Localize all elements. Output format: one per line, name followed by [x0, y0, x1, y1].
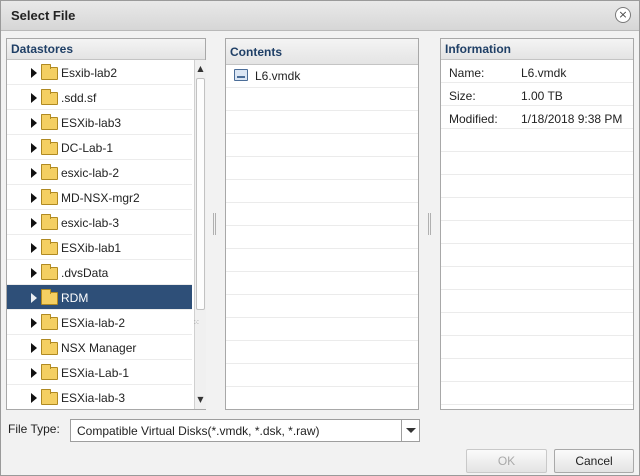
folder-icon [41, 239, 58, 255]
tree-item[interactable]: ESXia-lab-2 [7, 310, 192, 335]
expand-arrow-icon[interactable] [31, 368, 37, 378]
select-file-dialog: Select File × Datastores Esxib-lab2 .sdd.… [0, 0, 640, 476]
folder-icon [41, 64, 58, 80]
scroll-thumb[interactable] [196, 78, 205, 310]
file-type-label: File Type: [8, 422, 60, 436]
info-key: Size: [449, 89, 476, 103]
tree-item[interactable]: .sdd.sf [7, 85, 192, 110]
dialog-title: Select File [11, 8, 76, 23]
tree-item-label: RDM [61, 291, 89, 305]
tree-item-label: MD-NSX-mgr2 [61, 191, 140, 205]
datastores-scrollbar[interactable]: ▲ ▼ [194, 60, 206, 409]
tree-item[interactable]: Esxib-lab2 [7, 60, 192, 85]
expand-arrow-icon[interactable] [31, 293, 37, 303]
info-row-name: Name: L6.vmdk [441, 60, 633, 83]
info-value: 1.00 TB [521, 89, 563, 103]
tree-item-label: ESXia-lab-3 [61, 391, 126, 405]
folder-icon [41, 214, 58, 230]
expand-arrow-icon[interactable] [31, 268, 37, 278]
info-key: Modified: [449, 112, 498, 126]
splitter-handle[interactable] [213, 213, 216, 235]
folder-icon [41, 314, 58, 330]
tree-item[interactable]: ESXib-lab1 [7, 235, 192, 260]
tree-item[interactable]: NSX Manager [7, 335, 192, 360]
tree-item-label: NSX Manager [61, 341, 137, 355]
expand-arrow-icon[interactable] [31, 193, 37, 203]
datastores-panel: Datastores Esxib-lab2 .sdd.sf ESXib-lab3 DC… [6, 38, 206, 410]
info-key: Name: [449, 66, 485, 80]
tree-item[interactable]: ESXia-Lab-1 [7, 360, 192, 385]
expand-arrow-icon[interactable] [31, 93, 37, 103]
expand-arrow-icon[interactable] [31, 243, 37, 253]
folder-icon [41, 339, 58, 355]
tree-item-label: ESXib-lab1 [61, 241, 122, 255]
resize-grip-icon[interactable]: ⁙ [193, 319, 201, 327]
tree-item-label: ESXia-lab-2 [61, 316, 126, 330]
splitter-handle[interactable] [428, 213, 431, 235]
tree-item-label: Esxib-lab2 [61, 66, 118, 80]
scroll-down-icon[interactable]: ▼ [195, 393, 206, 407]
folder-icon [41, 89, 58, 105]
contents-panel: Contents L6.vmdk [225, 38, 419, 410]
expand-arrow-icon[interactable] [31, 318, 37, 328]
close-icon[interactable]: × [615, 7, 631, 23]
tree-item[interactable]: ESXib-lab3 [7, 110, 192, 135]
tree-item[interactable]: MD-NSX-mgr2 [7, 185, 192, 210]
expand-arrow-icon[interactable] [31, 343, 37, 353]
datastores-header: Datastores [7, 39, 205, 60]
info-row-modified: Modified: 1/18/2018 9:38 PM [441, 106, 633, 129]
info-value: L6.vmdk [521, 66, 567, 80]
tree-item-label: DC-Lab-1 [61, 141, 114, 155]
tree-item-label: esxic-lab-2 [61, 166, 120, 180]
expand-arrow-icon[interactable] [31, 393, 37, 403]
file-type-value: Compatible Virtual Disks(*.vmdk, *.dsk, … [77, 424, 320, 438]
folder-icon [41, 264, 58, 280]
information-panel: Information Name: L6.vmdk Size: 1.00 TB … [440, 38, 634, 410]
tree-item-label: .dvsData [61, 266, 109, 280]
folder-icon [41, 164, 58, 180]
ok-button[interactable]: OK [466, 449, 547, 473]
info-row-size: Size: 1.00 TB [441, 83, 633, 106]
expand-arrow-icon[interactable] [31, 68, 37, 78]
information-list: Name: L6.vmdk Size: 1.00 TB Modified: 1/… [441, 60, 633, 409]
folder-icon [41, 189, 58, 205]
datastores-tree: Esxib-lab2 .sdd.sf ESXib-lab3 DC-Lab-1 esxic… [7, 60, 192, 409]
scroll-up-icon[interactable]: ▲ [195, 62, 206, 76]
tree-item-label: esxic-lab-3 [61, 216, 120, 230]
expand-arrow-icon[interactable] [31, 118, 37, 128]
folder-icon [41, 114, 58, 130]
tree-item[interactable]: .dvsData [7, 260, 192, 285]
folder-icon [41, 289, 58, 305]
contents-list [226, 65, 418, 409]
information-header: Information [441, 39, 633, 60]
expand-arrow-icon[interactable] [31, 168, 37, 178]
tree-item-label: .sdd.sf [61, 91, 97, 105]
file-name: L6.vmdk [255, 69, 301, 83]
tree-item-label: ESXia-Lab-1 [61, 366, 130, 380]
expand-arrow-icon[interactable] [31, 143, 37, 153]
chevron-down-icon[interactable] [401, 420, 419, 441]
title-bar[interactable]: Select File × [1, 1, 639, 31]
list-item[interactable]: L6.vmdk [226, 65, 418, 87]
contents-header: Contents [226, 39, 418, 65]
file-type-select[interactable]: Compatible Virtual Disks(*.vmdk, *.dsk, … [70, 419, 420, 442]
folder-icon [41, 364, 58, 380]
folder-icon [41, 139, 58, 155]
tree-item-label: ESXib-lab3 [61, 116, 122, 130]
tree-item[interactable]: DC-Lab-1 [7, 135, 192, 160]
tree-item[interactable]: RDM [7, 285, 192, 310]
expand-arrow-icon[interactable] [31, 218, 37, 228]
tree-item[interactable]: ESXia-lab-3 [7, 385, 192, 409]
cancel-button[interactable]: Cancel [554, 449, 634, 473]
virtual-disk-icon [234, 69, 248, 81]
folder-icon [41, 389, 58, 405]
tree-item[interactable]: esxic-lab-3 [7, 210, 192, 235]
tree-item[interactable]: esxic-lab-2 [7, 160, 192, 185]
info-value: 1/18/2018 9:38 PM [521, 112, 623, 126]
